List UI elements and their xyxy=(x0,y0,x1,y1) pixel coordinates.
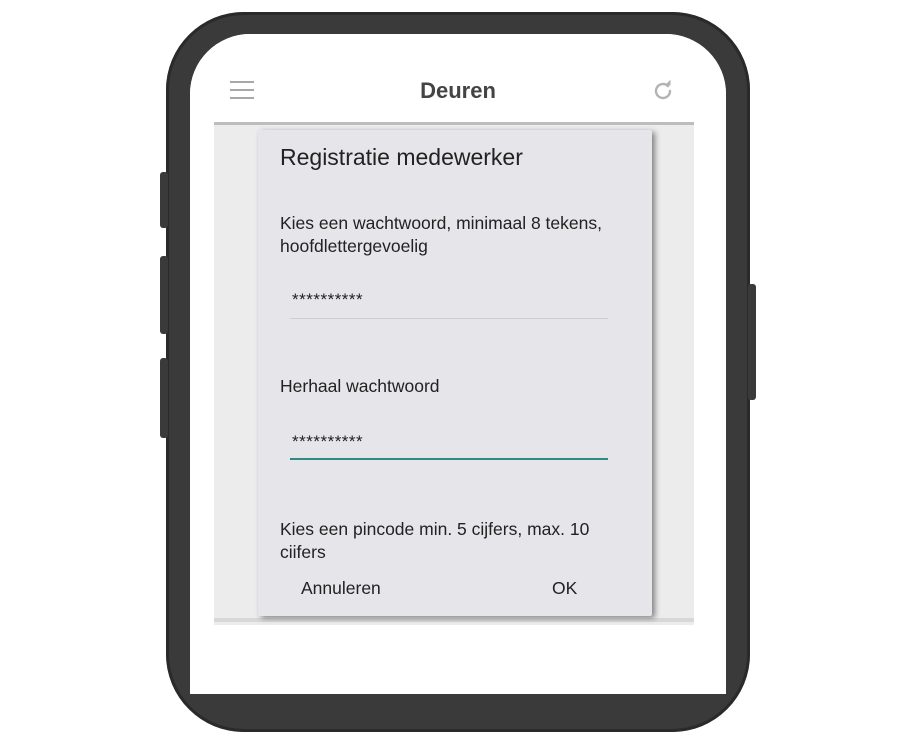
repeat-password-field-underline xyxy=(290,458,608,460)
repeat-password-field[interactable]: ********** xyxy=(292,432,363,452)
dialog-title: Registratie medewerker xyxy=(280,144,523,170)
app-bar: Deuren xyxy=(190,34,726,124)
phone-screen: Deuren Registratie medewerker Kies een w… xyxy=(190,34,726,694)
phone-side-button-middle xyxy=(160,256,168,334)
pincode-label: Kies een pincode min. 5 cijfers, max. 10… xyxy=(280,519,590,562)
refresh-icon[interactable] xyxy=(651,79,675,103)
phone-side-button-top xyxy=(160,172,168,228)
registration-dialog: Registratie medewerker Kies een wachtwoo… xyxy=(258,130,652,616)
cancel-button[interactable]: Annuleren xyxy=(301,578,381,599)
content-bottom-divider xyxy=(214,618,694,622)
phone-power-button xyxy=(748,284,756,400)
password-field[interactable]: ********** xyxy=(292,290,363,310)
phone-side-button-bottom xyxy=(160,358,168,438)
page-title: Deuren xyxy=(420,78,496,103)
password-field-underline xyxy=(290,318,608,319)
repeat-password-label: Herhaal wachtwoord xyxy=(280,376,440,396)
ok-button[interactable]: OK xyxy=(552,578,577,599)
password-label: Kies een wachtwoord, minimaal 8 tekens, … xyxy=(280,213,602,256)
